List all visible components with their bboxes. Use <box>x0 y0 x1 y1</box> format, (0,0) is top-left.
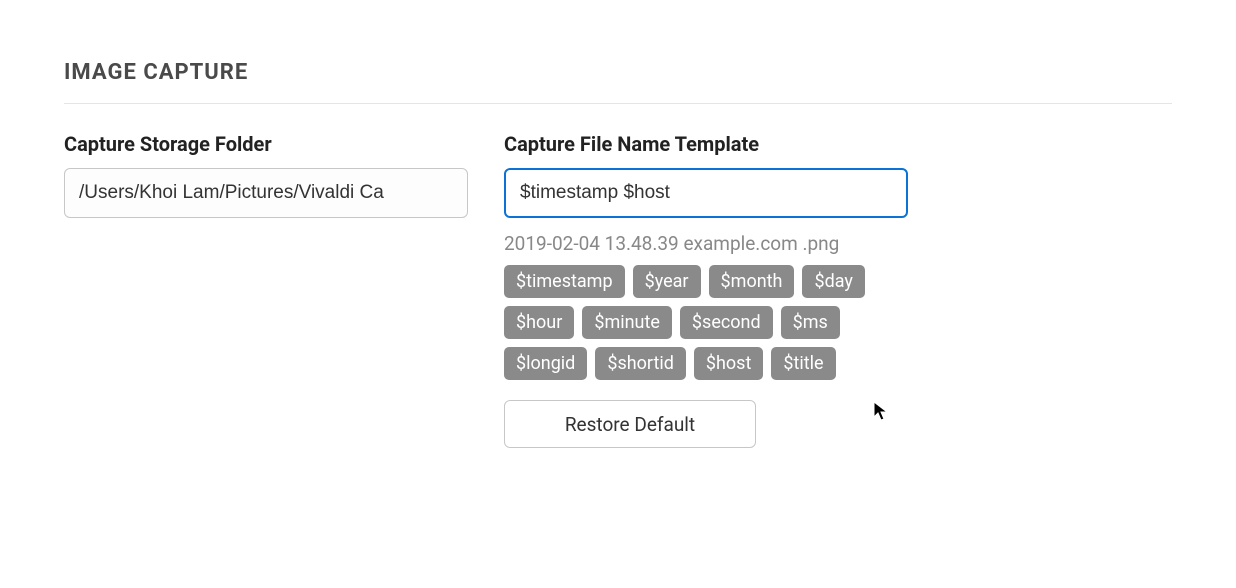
template-tag-month[interactable]: $month <box>709 265 795 298</box>
restore-default-button[interactable]: Restore Default <box>504 400 756 448</box>
template-tag-day[interactable]: $day <box>802 265 864 298</box>
template-preview: 2019-02-04 13.48.39 example.com .png <box>504 232 1172 255</box>
cursor-icon <box>872 400 892 422</box>
template-tag-longid[interactable]: $longid <box>504 347 587 380</box>
storage-folder-column: Capture Storage Folder <box>64 132 468 448</box>
storage-folder-input[interactable] <box>64 168 468 218</box>
template-tag-timestamp[interactable]: $timestamp <box>504 265 625 298</box>
template-label: Capture File Name Template <box>504 132 1172 156</box>
template-tag-shortid[interactable]: $shortid <box>595 347 686 380</box>
template-input[interactable] <box>504 168 908 218</box>
template-tag-host[interactable]: $host <box>694 347 763 380</box>
template-tag-year[interactable]: $year <box>633 265 701 298</box>
storage-folder-label: Capture Storage Folder <box>64 132 468 156</box>
template-tag-title[interactable]: $title <box>771 347 835 380</box>
section-title: IMAGE CAPTURE <box>64 60 1172 104</box>
template-tag-ms[interactable]: $ms <box>781 306 840 339</box>
template-tag-hour[interactable]: $hour <box>504 306 574 339</box>
template-tags: $timestamp$year$month$day $hour$minute$se… <box>504 265 914 380</box>
template-column: Capture File Name Template 2019-02-04 13… <box>504 132 1172 448</box>
template-tag-second[interactable]: $second <box>680 306 773 339</box>
template-tag-minute[interactable]: $minute <box>582 306 672 339</box>
settings-columns: Capture Storage Folder Capture File Name… <box>64 132 1172 448</box>
